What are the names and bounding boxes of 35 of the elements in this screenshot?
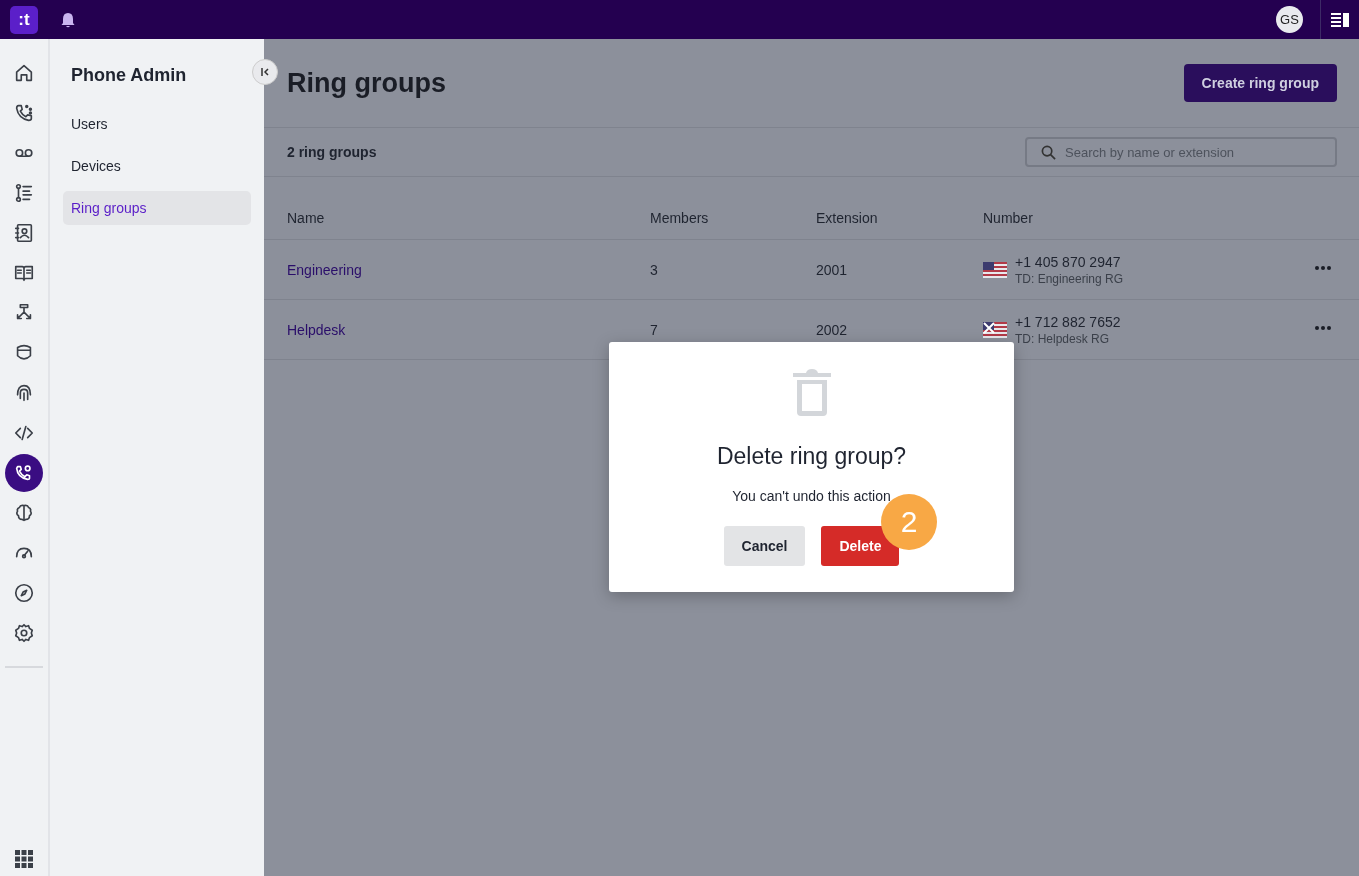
- collapse-icon[interactable]: [260, 67, 270, 77]
- dialog-title: Delete ring group?: [716, 443, 907, 470]
- bell-icon[interactable]: [60, 11, 76, 28]
- ring-group-link[interactable]: Helpdesk: [287, 321, 346, 338]
- column-header: Name: [287, 210, 325, 226]
- caller-id: TD: Engineering RG: [1015, 271, 1124, 286]
- trash-icon: [792, 367, 831, 417]
- app-logo[interactable]: :t: [10, 5, 38, 34]
- sidebar-item[interactable]: Devices: [63, 149, 251, 183]
- column-header: Number: [983, 210, 1033, 226]
- sidebar-item[interactable]: Users: [63, 107, 251, 141]
- phone-number: +1 405 870 2947: [1015, 253, 1122, 270]
- delete-button[interactable]: Delete: [821, 526, 900, 566]
- sidebar-item[interactable]: Ring groups: [63, 191, 251, 225]
- create-ring-group-button[interactable]: Create ring group: [1183, 64, 1337, 102]
- cancel-button[interactable]: Cancel: [723, 526, 806, 566]
- caller-id: TD: Helpdesk RG: [1015, 331, 1111, 346]
- ring-group-count: 2 ring groups: [287, 144, 377, 160]
- phone-number: +1 712 882 7652: [1015, 313, 1121, 330]
- apps-grid-icon[interactable]: [15, 850, 33, 868]
- ring-group-link[interactable]: Engineering: [287, 261, 362, 278]
- table-cell: 7: [650, 321, 658, 338]
- collapse-button[interactable]: [252, 59, 278, 85]
- table-cell: 3: [650, 261, 658, 278]
- user-avatar[interactable]: GS: [1276, 6, 1303, 33]
- table-cell: 2001: [816, 261, 848, 278]
- search-field[interactable]: Search by name or extension: [1025, 137, 1337, 167]
- column-header: Extension: [816, 210, 878, 226]
- sidebar-title: Phone Admin: [71, 65, 188, 87]
- table-cell: 2002: [816, 321, 848, 338]
- search-icon: [1041, 145, 1056, 160]
- phone-gear-icon[interactable]: [5, 454, 43, 492]
- page-title: Ring groups: [287, 67, 446, 99]
- column-header: Members: [650, 210, 709, 226]
- dialog-message: You can't undo this action: [732, 488, 891, 504]
